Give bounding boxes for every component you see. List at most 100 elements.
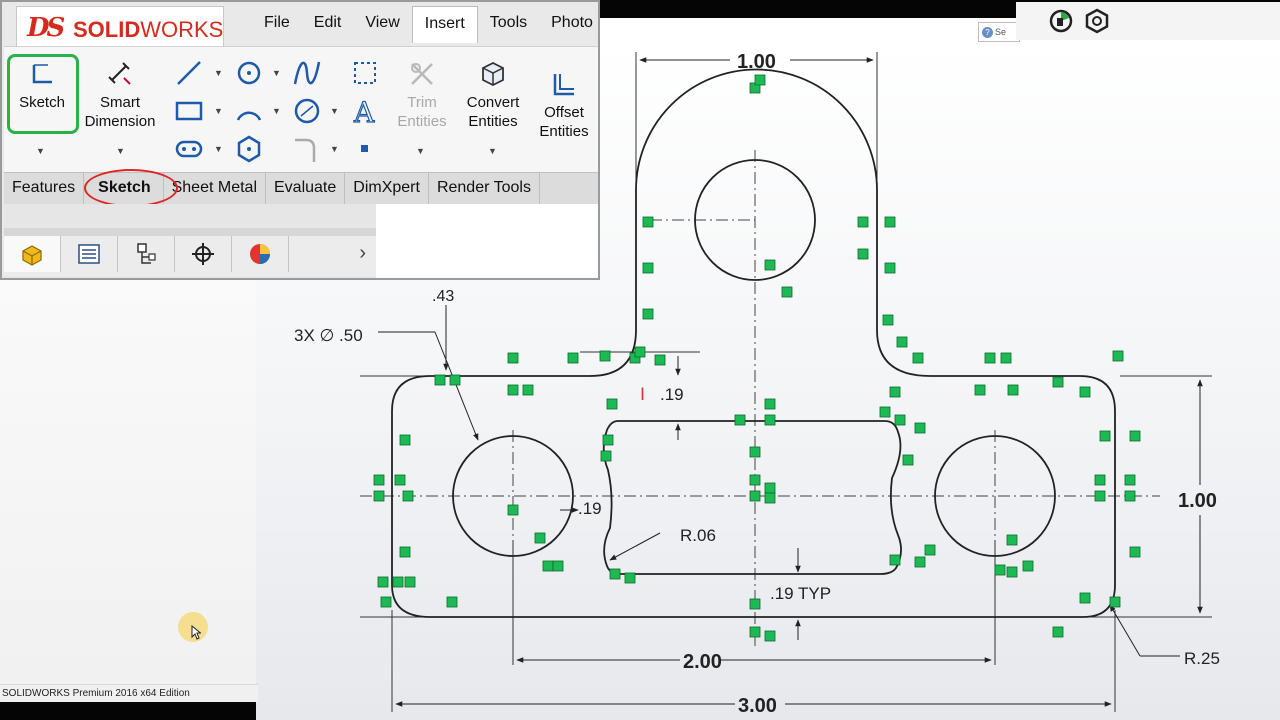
relation-marker xyxy=(734,414,746,426)
relation-marker xyxy=(1006,534,1018,546)
dim-overall-width[interactable]: 3.00 xyxy=(738,695,777,717)
solidworks-logo[interactable]: DS SOLIDWORKS xyxy=(16,6,224,48)
dim-fillet-small[interactable]: R.06 xyxy=(680,526,716,545)
ds-logo-mark: DS xyxy=(27,13,65,43)
panel-splitter[interactable] xyxy=(4,228,376,236)
tab-evaluate[interactable]: Evaluate xyxy=(266,173,346,205)
configuration-manager-icon[interactable] xyxy=(118,236,175,272)
display-manager-icon[interactable] xyxy=(232,236,289,272)
relation-marker xyxy=(373,490,385,502)
line-icon[interactable] xyxy=(174,58,204,88)
relation-marker xyxy=(749,474,761,486)
chevron-down-icon[interactable]: ▼ xyxy=(116,146,125,156)
chevron-down-icon[interactable]: ▼ xyxy=(488,146,497,156)
tab-render-tools[interactable]: Render Tools xyxy=(429,173,540,205)
dim-top-width[interactable]: 1.00 xyxy=(737,51,776,73)
relation-marker xyxy=(889,386,901,398)
chevron-down-icon[interactable]: ▼ xyxy=(214,106,223,116)
relation-marker xyxy=(624,572,636,584)
relation-marker xyxy=(599,350,611,362)
relation-marker xyxy=(542,560,554,572)
feature-manager-tabs: › xyxy=(4,236,376,276)
view-orientation-icon[interactable] xyxy=(1048,8,1074,34)
construction-geometry-icon[interactable] xyxy=(350,58,380,88)
display-style-icon[interactable] xyxy=(1084,8,1110,34)
trim-entities-button[interactable]: Trim Entities xyxy=(390,60,454,131)
menu-tools[interactable]: Tools xyxy=(478,6,539,42)
chevron-down-icon[interactable]: ▼ xyxy=(36,146,45,156)
slot-icon[interactable] xyxy=(174,134,204,164)
sketch-tab-highlight xyxy=(84,169,178,207)
arc-icon[interactable] xyxy=(234,96,264,126)
smart-dimension-button[interactable]: Smart Dimension xyxy=(80,60,160,131)
relation-marker xyxy=(857,248,869,260)
chevron-right-icon[interactable]: › xyxy=(359,242,366,265)
chevron-down-icon[interactable]: ▼ xyxy=(214,68,223,78)
solidworks-wordmark: SOLIDWORKS xyxy=(73,17,224,42)
relation-marker xyxy=(373,474,385,486)
polygon-icon[interactable] xyxy=(234,134,264,164)
chevron-down-icon[interactable]: ▼ xyxy=(330,106,339,116)
relation-marker xyxy=(1094,474,1106,486)
ellipse-icon[interactable] xyxy=(292,96,322,126)
menu-file[interactable]: File xyxy=(252,6,302,42)
dim-fillet-large[interactable]: R.25 xyxy=(1184,649,1220,668)
relation-marker xyxy=(882,314,894,326)
offset-entities-button[interactable]: Offset Entities xyxy=(534,70,594,141)
relation-marker xyxy=(1124,490,1136,502)
menu-view[interactable]: View xyxy=(353,6,411,42)
rectangle-icon[interactable] xyxy=(174,96,204,126)
convert-entities-button[interactable]: Convert Entities xyxy=(460,60,526,131)
dim-holes[interactable]: 3X ∅ .50 xyxy=(294,326,363,345)
heads-up-toolbar xyxy=(1016,2,1280,40)
dim-height-right[interactable]: 1.00 xyxy=(1178,490,1217,512)
relation-marker xyxy=(1112,350,1124,362)
relation-marker xyxy=(394,474,406,486)
offset-entities-icon xyxy=(553,74,574,96)
chevron-down-icon[interactable]: ▼ xyxy=(214,144,223,154)
dim-hole-spacing[interactable]: 2.00 xyxy=(683,651,722,673)
circle-icon[interactable] xyxy=(234,58,264,88)
relation-marker xyxy=(764,482,776,494)
dim-typ[interactable]: .19 TYP xyxy=(770,584,831,603)
tab-features[interactable]: Features xyxy=(4,173,85,205)
relation-marker xyxy=(1079,592,1091,604)
relation-marker xyxy=(974,384,986,396)
search-box[interactable]: ? Se xyxy=(978,22,1020,42)
dim-offset-43[interactable]: .43 xyxy=(432,288,454,305)
chevron-down-icon[interactable]: ▼ xyxy=(272,68,281,78)
relation-marker xyxy=(380,596,392,608)
relation-marker xyxy=(552,560,564,572)
dim-slot-side[interactable]: .19 xyxy=(578,499,602,518)
sketch-highlight-box xyxy=(7,54,79,134)
chevron-down-icon[interactable]: ▼ xyxy=(416,146,425,156)
relation-marker xyxy=(749,446,761,458)
dim-slot-depth[interactable]: .19 xyxy=(660,385,684,404)
cursor-highlight xyxy=(178,612,208,642)
relation-marker xyxy=(534,532,546,544)
tab-dimxpert[interactable]: DimXpert xyxy=(345,173,429,205)
feature-manager-icon[interactable] xyxy=(4,236,61,272)
relation-marker xyxy=(567,352,579,364)
relation-marker xyxy=(1022,560,1034,572)
chevron-down-icon[interactable]: ▼ xyxy=(272,106,281,116)
tab-sheet-metal[interactable]: Sheet Metal xyxy=(164,173,266,205)
relation-marker xyxy=(507,352,519,364)
point-icon[interactable] xyxy=(350,134,380,164)
relation-marker xyxy=(606,398,618,410)
relation-marker xyxy=(446,596,458,608)
text-icon[interactable]: A xyxy=(350,95,380,129)
chevron-down-icon[interactable]: ▼ xyxy=(330,144,339,154)
relation-marker xyxy=(1079,386,1091,398)
menu-edit[interactable]: Edit xyxy=(302,6,354,42)
spline-icon[interactable] xyxy=(292,58,322,88)
relation-marker xyxy=(642,216,654,228)
menu-insert[interactable]: Insert xyxy=(411,6,478,43)
menu-photo[interactable]: Photo xyxy=(539,6,605,42)
relation-marker xyxy=(764,259,776,271)
property-manager-icon[interactable] xyxy=(61,236,118,272)
relation-marker xyxy=(1007,384,1019,396)
mouse-pointer-icon xyxy=(191,625,201,640)
fillet-icon[interactable] xyxy=(292,134,322,164)
dimxpert-manager-icon[interactable] xyxy=(175,236,232,272)
